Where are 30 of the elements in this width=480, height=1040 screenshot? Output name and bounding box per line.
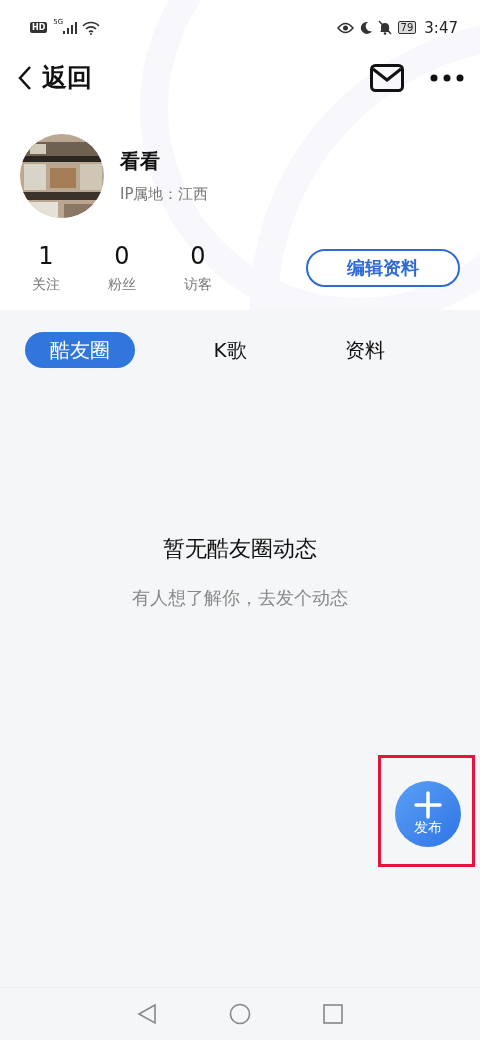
stat-label: 访客: [184, 276, 212, 294]
more-icon[interactable]: [430, 73, 464, 82]
status-time: 3:47: [424, 18, 458, 37]
mail-icon[interactable]: [370, 63, 404, 92]
home-nav-icon[interactable]: [229, 1003, 251, 1025]
wifi-icon: [82, 20, 101, 35]
back-nav-icon[interactable]: [137, 1003, 157, 1025]
stat-label: 粉丝: [108, 276, 136, 294]
stat-value: 0: [190, 242, 206, 270]
ip-location: IP属地：江西: [120, 185, 209, 204]
tab[interactable]: 酷友圈: [25, 332, 135, 368]
tab[interactable]: 资料: [310, 332, 420, 368]
hd-indicator: HD: [30, 22, 48, 33]
empty-title: 暂无酷友圈动态: [163, 535, 317, 563]
back-label[interactable]: 返回: [42, 61, 92, 94]
publish-button[interactable]: 发布: [395, 781, 461, 847]
tab[interactable]: K歌: [175, 332, 285, 368]
stat-label: 关注: [32, 276, 60, 294]
moon-icon: [358, 20, 373, 35]
battery-level: 79: [397, 21, 417, 34]
plus-icon: [414, 791, 442, 819]
edit-profile-button[interactable]: 编辑资料: [306, 249, 460, 287]
eye-icon: [336, 21, 354, 34]
user-name: 看看: [120, 148, 161, 175]
stat-value: 1: [38, 242, 54, 270]
bell-muted-icon: [377, 20, 392, 35]
back-icon[interactable]: [18, 64, 32, 91]
empty-subtitle: 有人想了解你，去发个动态: [132, 586, 348, 610]
stat-value: 0: [114, 242, 130, 270]
signal-icon: [63, 21, 78, 34]
